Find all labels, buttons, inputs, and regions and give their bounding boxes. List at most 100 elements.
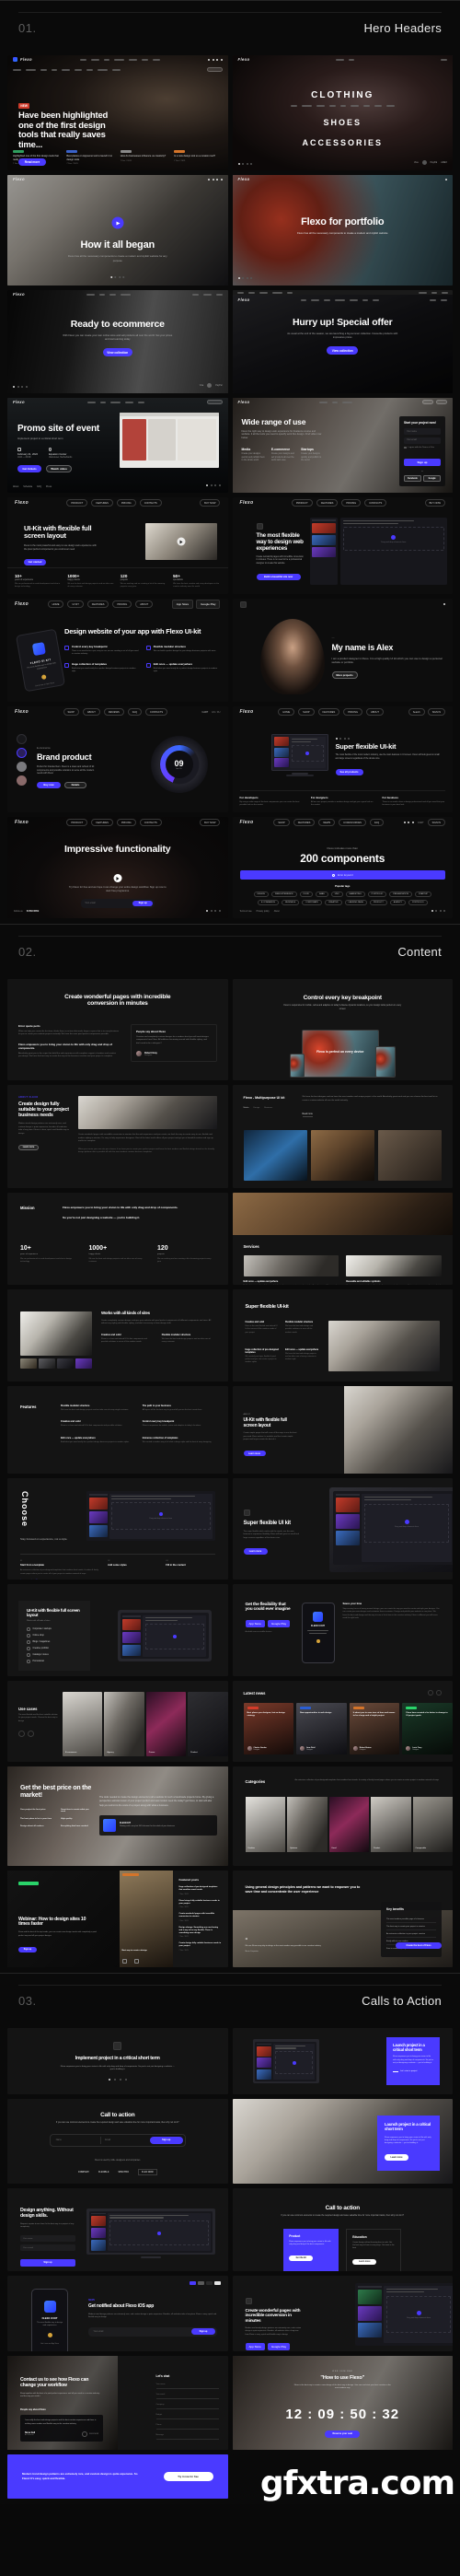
- tabs[interactable]: Media Design Business: [244, 1107, 292, 1109]
- cta-button[interactable]: Build a beautiful site now: [256, 574, 301, 581]
- category-item[interactable]: Composable: [412, 1797, 453, 1852]
- mock-content-fully-suitable[interactable]: ABOUT FLEXO Create design fully suitable…: [7, 1085, 228, 1188]
- add-icon[interactable]: [305, 752, 310, 756]
- company-field[interactable]: Company: [155, 2404, 219, 2409]
- cta-button[interactable]: More projects: [331, 671, 358, 680]
- name-field[interactable]: Your name: [155, 2384, 219, 2389]
- tags-row-1[interactable]: DESIGN WEB EXPERIENCE FLUID SAAS UNO MAR…: [240, 892, 446, 897]
- mode-blue[interactable]: [189, 2281, 196, 2285]
- learn-more-button[interactable]: Learn more: [18, 1145, 39, 1151]
- nav-links[interactable]: HOME SHOP FEATURES PRICING ABOUT: [278, 708, 384, 716]
- subscribe-link[interactable]: SUBSCRIBE: [27, 911, 40, 913]
- agree-checkbox[interactable]: [404, 446, 407, 449]
- menu-icon[interactable]: [445, 178, 447, 181]
- name-field[interactable]: Name: [52, 2136, 102, 2144]
- nav-links[interactable]: [86, 293, 131, 296]
- add-icon[interactable]: [404, 1519, 409, 1524]
- case-gallery[interactable]: E-commerce Agency Promo Product: [63, 1692, 228, 1756]
- tab-media[interactable]: Media: [244, 1107, 249, 1109]
- carousel-arrows[interactable]: [428, 1690, 442, 1696]
- news-item[interactable]: Is a new design tool so a curation tool?…: [174, 150, 222, 165]
- news-carousel[interactable]: Best places pro designer, but an design …: [243, 1703, 453, 1754]
- nav-links[interactable]: [300, 298, 379, 301]
- cart-label[interactable]: CART: [202, 711, 209, 714]
- next-arrow-icon[interactable]: [28, 1731, 34, 1738]
- cta-button[interactable]: Read more: [18, 157, 46, 166]
- nav-links[interactable]: [79, 58, 160, 61]
- news-card[interactable]: It about you to save tons of time and me…: [349, 1703, 400, 1754]
- category-item[interactable]: Product: [371, 1797, 411, 1852]
- add-icon[interactable]: [416, 2310, 421, 2315]
- mock-hero-portfolio[interactable]: Flexo Flexo for portfolio Flexo has all …: [232, 175, 453, 286]
- cta-button[interactable]: Learn more: [243, 1548, 268, 1556]
- add-icon[interactable]: [156, 2231, 161, 2235]
- mock-cta-form[interactable]: Call to action If you can use common ele…: [7, 2099, 228, 2184]
- contact-form[interactable]: Let's chat Your name Your email Company …: [155, 2374, 219, 2450]
- cta-button[interactable]: Learn more: [385, 2153, 408, 2161]
- mock-hero-special-offer[interactable]: Flexo Hurry up! Special offer As usual a…: [232, 290, 453, 393]
- nav-links[interactable]: [336, 58, 355, 61]
- category-item[interactable]: Optimize: [287, 1797, 328, 1852]
- nav-links[interactable]: SHOP FEATURES NEWS UI RESOURCES FAQ: [273, 819, 385, 826]
- case-item[interactable]: Product: [188, 1692, 228, 1756]
- signup-button[interactable]: Sign up: [404, 459, 441, 466]
- mock-cta-countdown[interactable]: WEB SEMINAR "How to use Flexo" Flexo is …: [232, 2356, 453, 2450]
- search-bar[interactable]: Enter keyword: [239, 870, 445, 880]
- card-education[interactable]: Education Create design without knowing …: [346, 2228, 402, 2271]
- card-product[interactable]: Product Flexo empowers you to bring your…: [283, 2228, 339, 2271]
- news-card[interactable]: New opportunities in web design Jane Fie…: [296, 1703, 347, 1754]
- mock-hero-200-components[interactable]: Flexo SHOP FEATURES NEWS UI RESOURCES FAQ …: [232, 817, 453, 918]
- carousel-dots[interactable]: [431, 910, 445, 912]
- play-button[interactable]: [113, 874, 122, 882]
- twitter-icon[interactable]: [133, 1959, 139, 1964]
- email-field[interactable]: Your email: [404, 437, 441, 444]
- play-button[interactable]: [177, 537, 185, 546]
- mode-dark[interactable]: [205, 2281, 213, 2285]
- email-form[interactable]: Your email Sign up: [88, 2326, 217, 2337]
- mock-cta-design-anything[interactable]: Design anything. Without design skills. …: [7, 2188, 228, 2271]
- name-field[interactable]: Your name: [404, 428, 441, 435]
- cta-button[interactable]: Learn more: [243, 1450, 266, 1457]
- appstore-button[interactable]: App Store: [171, 600, 194, 609]
- signup-form[interactable]: Name Email Sign up: [49, 2133, 186, 2147]
- nav-links[interactable]: [319, 401, 353, 403]
- social-icons[interactable]: [208, 178, 223, 181]
- add-icon[interactable]: [391, 534, 397, 540]
- email-field[interactable]: Your email: [90, 2328, 192, 2335]
- nav-links[interactable]: PRODUCT FEATURES PRICING CONTACTS: [66, 499, 162, 507]
- mock-content-multipurpose[interactable]: Flexo - Multipurpose UI kit Media Design…: [232, 1085, 453, 1188]
- lang-label[interactable]: EN / RU: [212, 711, 220, 714]
- color-modes[interactable]: [189, 2281, 221, 2285]
- mock-hero-uikit-fullscreen[interactable]: Flexo PRODUCT FEATURES PRICING CONTACTS BU…: [7, 497, 228, 594]
- mock-content-latest-news[interactable]: Latest news Best places pro designer, bu…: [232, 1681, 453, 1762]
- news-item[interactable]: How do businesses influence us creativit…: [120, 150, 168, 165]
- sub-navbar[interactable]: [7, 66, 228, 73]
- service-item[interactable]: Edit once — update everywhere Build what…: [243, 1255, 339, 1285]
- mock-hero-most-flexible[interactable]: Flexo PRODUCT FEATURES PRICING CONTACTS BU…: [232, 497, 453, 594]
- cta-button[interactable]: Create the best of Flexo: [396, 1942, 442, 1949]
- mock-cta-contact[interactable]: Contact us to see how Flexo can change y…: [7, 2356, 228, 2450]
- prev-arrow-icon[interactable]: [428, 1690, 433, 1696]
- carousel-dots[interactable]: [237, 277, 252, 279]
- signup-form[interactable]: Start your project now! Your name Your e…: [399, 416, 445, 486]
- google-button[interactable]: Google: [423, 475, 441, 482]
- mock-hero-news[interactable]: Flexo NEW Have been highlighted one of t…: [7, 55, 228, 170]
- mock-cta-launch[interactable]: Launch project in a critical short term …: [232, 2028, 453, 2094]
- swatch-black[interactable]: [17, 734, 27, 744]
- category-gallery[interactable]: Fashion Optimize Email Product Composabl…: [245, 1797, 453, 1852]
- nav-right[interactable]: [430, 298, 447, 301]
- carousel-dots[interactable]: [206, 484, 221, 486]
- nav-links[interactable]: PRODUCT FEATURES PRICING CONTACTS: [291, 499, 387, 507]
- name-field[interactable]: Your name: [20, 2235, 75, 2243]
- prev-arrow-icon[interactable]: [18, 1731, 25, 1738]
- menu-icon[interactable]: [443, 603, 445, 605]
- social-icons[interactable]: [208, 58, 223, 61]
- signin-button[interactable]: SIGN IN: [427, 819, 445, 826]
- carousel-dots[interactable]: [237, 163, 252, 165]
- mock-hero-began[interactable]: Flexo How it all began Flexo has all the…: [7, 175, 228, 286]
- carousel-dots[interactable]: [108, 2079, 127, 2081]
- mock-content-super-flexible-uikit[interactable]: Super flexible UI-kit Creative and solid…: [232, 1289, 453, 1381]
- swatch-grey[interactable]: [17, 762, 27, 772]
- nav-links[interactable]: HOME UI KIT FEATURES PRICING ABOUT: [47, 600, 154, 608]
- mock-cta-ios-app[interactable]: FLEXO UI KIT The most flexible way to de…: [7, 2276, 228, 2351]
